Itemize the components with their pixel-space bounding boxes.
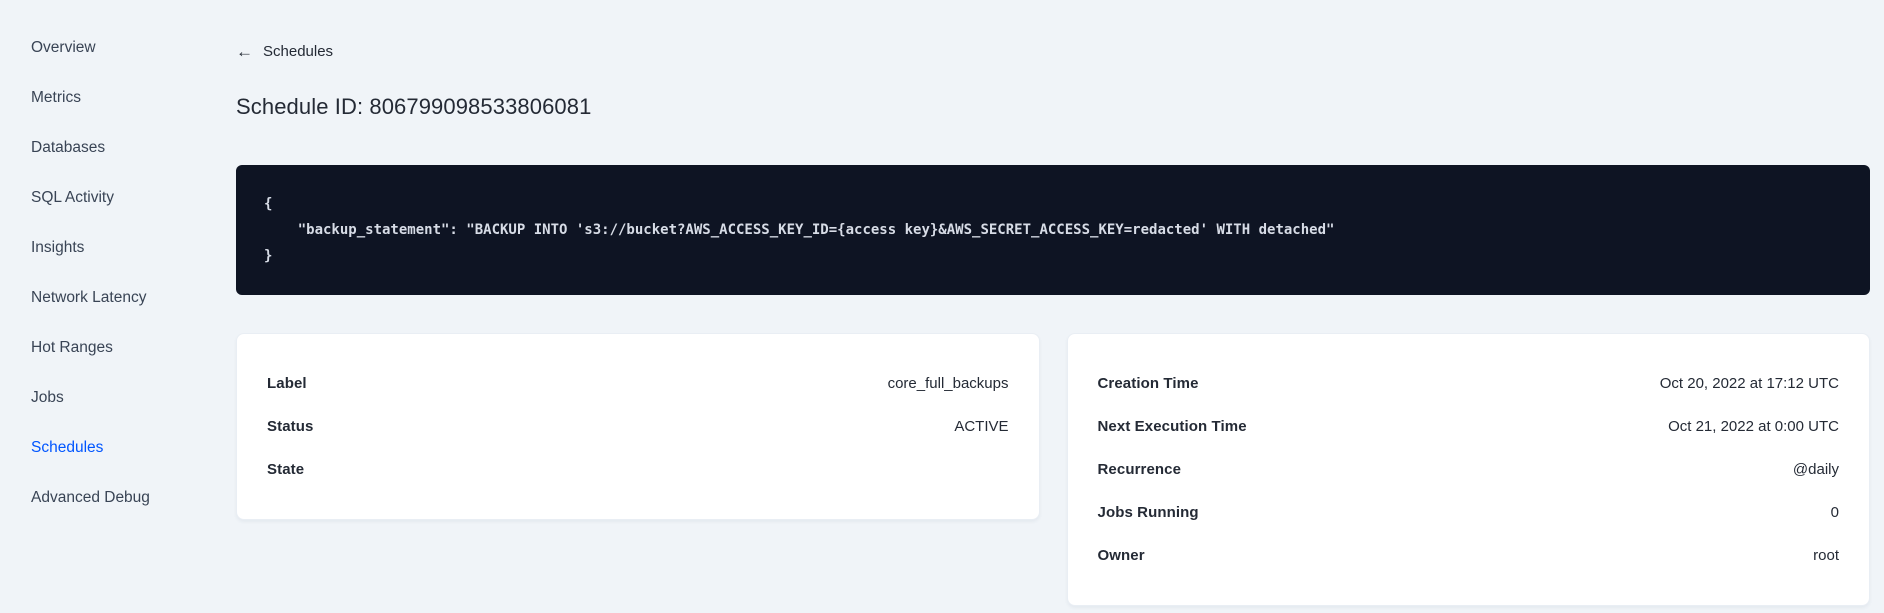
- creation-time-row-label: Creation Time: [1097, 375, 1199, 392]
- sidebar-item-insights[interactable]: Insights: [0, 223, 180, 273]
- table-row: Next Execution Time Oct 21, 2022 at 0:00…: [1098, 405, 1840, 448]
- creation-time-row-value: Oct 20, 2022 at 17:12 UTC: [1659, 375, 1839, 392]
- arrow-left-icon: ←: [236, 42, 253, 61]
- table-row: Recurrence @daily: [1098, 448, 1840, 491]
- page-title: Schedule ID: 806799098533806081: [236, 94, 592, 119]
- detail-cards: Label core_full_backups Status ACTIVE St…: [236, 333, 1870, 606]
- table-row: Label core_full_backups: [267, 362, 1009, 405]
- sidebar-item-metrics[interactable]: Metrics: [0, 73, 180, 123]
- back-link-label: Schedules: [263, 43, 334, 60]
- main-content: ← Schedules Schedule ID: 806799098533806…: [180, 0, 1884, 613]
- label-row-label: Label: [267, 375, 307, 392]
- table-row: Owner root: [1098, 534, 1840, 577]
- owner-row-value: root: [1813, 547, 1839, 564]
- recurrence-row-value: @daily: [1792, 461, 1839, 478]
- recurrence-row-label: Recurrence: [1097, 461, 1182, 478]
- sidebar: Overview Metrics Databases SQL Activity …: [0, 0, 180, 613]
- owner-row-label: Owner: [1097, 547, 1145, 564]
- schedule-details-card: Label core_full_backups Status ACTIVE St…: [236, 333, 1040, 520]
- table-row: Jobs Running 0: [1098, 491, 1840, 534]
- back-to-schedules-link[interactable]: ← Schedules: [236, 42, 334, 61]
- jobs-running-row-value: 0: [1830, 504, 1839, 521]
- sidebar-item-network-latency[interactable]: Network Latency: [0, 273, 180, 323]
- table-row: Status ACTIVE: [267, 405, 1009, 448]
- state-row-label: State: [267, 461, 305, 478]
- table-row: Creation Time Oct 20, 2022 at 17:12 UTC: [1098, 362, 1840, 405]
- sidebar-item-hot-ranges[interactable]: Hot Ranges: [0, 323, 180, 373]
- status-row-value: ACTIVE: [954, 418, 1009, 435]
- status-row-label: Status: [267, 418, 314, 435]
- schedule-timing-card: Creation Time Oct 20, 2022 at 17:12 UTC …: [1066, 333, 1870, 606]
- sidebar-item-overview[interactable]: Overview: [0, 23, 180, 73]
- next-execution-time-row-label: Next Execution Time: [1097, 418, 1247, 435]
- sidebar-item-jobs[interactable]: Jobs: [0, 373, 180, 423]
- table-row: State: [267, 448, 1009, 491]
- sidebar-item-databases[interactable]: Databases: [0, 123, 180, 173]
- code-line: {: [264, 196, 273, 212]
- backup-statement-code-block: { "backup_statement": "BACKUP INTO 's3:/…: [236, 165, 1870, 295]
- jobs-running-row-label: Jobs Running: [1097, 504, 1199, 521]
- sidebar-item-advanced-debug[interactable]: Advanced Debug: [0, 473, 180, 523]
- code-line: }: [264, 248, 273, 264]
- next-execution-time-row-value: Oct 21, 2022 at 0:00 UTC: [1668, 418, 1839, 435]
- code-line: "backup_statement": "BACKUP INTO 's3://b…: [264, 222, 1335, 238]
- sidebar-item-sql-activity[interactable]: SQL Activity: [0, 173, 180, 223]
- sidebar-item-schedules[interactable]: Schedules: [0, 423, 180, 473]
- label-row-value: core_full_backups: [887, 375, 1009, 392]
- page: Overview Metrics Databases SQL Activity …: [0, 0, 1884, 613]
